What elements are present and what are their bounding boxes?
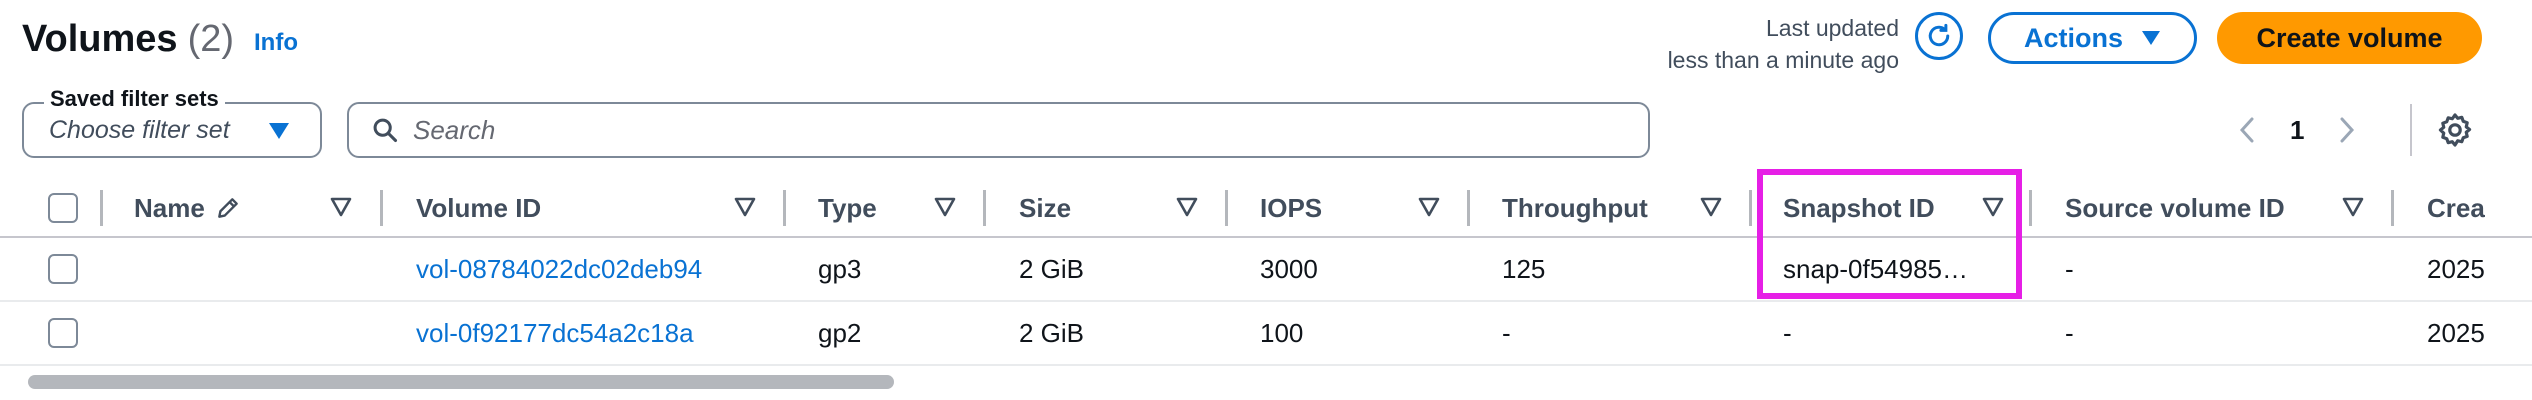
cell-size: 2 GiB [1019, 253, 1085, 284]
chevron-left-icon[interactable] [2238, 116, 2256, 144]
cell-throughput: 125 [1502, 253, 1546, 284]
column-divider [1225, 190, 1228, 226]
column-divider [380, 190, 383, 226]
column-header-throughput[interactable]: Throughput [1502, 180, 1648, 236]
last-updated-label: Last updated [1765, 15, 1899, 41]
column-divider [2029, 190, 2032, 226]
last-updated: Last updated less than a minute ago [1668, 12, 1899, 76]
column-divider [100, 190, 103, 226]
table-row[interactable]: vol-0f92177dc54a2c18a gp2 2 GiB 100 - - … [0, 302, 2532, 366]
column-header-size[interactable]: Size [1019, 180, 1071, 236]
sort-icon[interactable] [1700, 197, 1722, 222]
cell-size: 2 GiB [1019, 317, 1085, 348]
pencil-icon [215, 195, 241, 221]
page-header: Volumes (2) Info [22, 14, 298, 64]
page-title: Volumes [22, 17, 178, 60]
column-header-type[interactable]: Type [818, 180, 877, 236]
column-divider [983, 190, 986, 226]
refresh-button[interactable] [1915, 12, 1963, 60]
sort-icon[interactable] [1982, 197, 2004, 222]
cell-snapshot-id: - [1783, 317, 1792, 348]
cell-iops: 3000 [1260, 253, 1318, 284]
row-checkbox[interactable] [48, 254, 78, 284]
cell-iops: 100 [1260, 317, 1304, 348]
column-header-source-volume-id[interactable]: Source volume ID [2065, 180, 2285, 236]
search-input[interactable] [411, 113, 1615, 147]
pagination-divider [2410, 104, 2412, 156]
saved-filter-sets-value: Choose filter set [49, 115, 230, 144]
column-header-snapshot-id[interactable]: Snapshot ID [1783, 180, 1935, 236]
cell-type: gp3 [818, 253, 862, 284]
saved-filter-sets-label: Saved filter sets [44, 86, 225, 112]
column-header-volume-id[interactable]: Volume ID [416, 180, 541, 236]
cell-throughput: - [1502, 317, 1511, 348]
column-header-created[interactable]: Crea [2427, 180, 2532, 236]
column-header-name[interactable]: Name [134, 180, 241, 236]
column-divider [1749, 190, 1752, 226]
sort-icon[interactable] [1418, 197, 1440, 222]
gear-icon[interactable] [2436, 111, 2474, 149]
search-icon [371, 116, 399, 144]
column-divider [783, 190, 786, 226]
pagination: 1 [2238, 110, 2356, 150]
ebs-volumes-page: Volumes (2) Info Last updated less than … [0, 0, 2532, 400]
column-divider [1467, 190, 1470, 226]
table-header: Name Volume ID Type Size IOPS Throughput… [0, 180, 2532, 238]
sort-icon[interactable] [734, 197, 756, 222]
cell-type: gp2 [818, 317, 862, 348]
create-volume-button[interactable]: Create volume [2217, 12, 2482, 64]
actions-label: Actions [2023, 22, 2123, 53]
page-number[interactable]: 1 [2290, 115, 2304, 146]
chevron-right-icon[interactable] [2338, 116, 2356, 144]
sort-icon[interactable] [934, 197, 956, 222]
last-updated-time: less than a minute ago [1667, 47, 1899, 73]
cell-created: 2025 [2427, 253, 2485, 284]
search-field[interactable] [347, 102, 1650, 158]
cell-created: 2025 [2427, 317, 2485, 348]
sort-icon[interactable] [2342, 197, 2364, 222]
volume-count: (2) [187, 17, 235, 60]
horizontal-scrollbar-thumb[interactable] [28, 375, 894, 389]
actions-button[interactable]: Actions [1988, 12, 2197, 64]
volumes-table: Name Volume ID Type Size IOPS Throughput… [0, 180, 2532, 366]
cell-snapshot-id: snap-0f54985… [1783, 253, 1969, 284]
table-row[interactable]: vol-08784022dc02deb94 gp3 2 GiB 3000 125… [0, 238, 2532, 302]
saved-filter-sets-select[interactable]: Saved filter sets Choose filter set [22, 86, 322, 158]
info-link[interactable]: Info [254, 29, 298, 57]
refresh-icon [1924, 21, 1954, 51]
column-divider [2391, 190, 2394, 226]
caret-down-icon [2141, 30, 2161, 46]
sort-icon[interactable] [1176, 197, 1198, 222]
cell-source-volume-id: - [2065, 317, 2074, 348]
row-checkbox[interactable] [48, 318, 78, 348]
cell-source-volume-id: - [2065, 253, 2074, 284]
column-header-label: Name [134, 192, 205, 223]
sort-icon[interactable] [330, 197, 352, 222]
select-all-checkbox[interactable] [48, 193, 78, 223]
cell-volume-id-link[interactable]: vol-08784022dc02deb94 [416, 238, 702, 300]
caret-down-icon [268, 122, 290, 145]
column-header-iops[interactable]: IOPS [1260, 180, 1322, 236]
cell-volume-id-link[interactable]: vol-0f92177dc54a2c18a [416, 302, 694, 364]
